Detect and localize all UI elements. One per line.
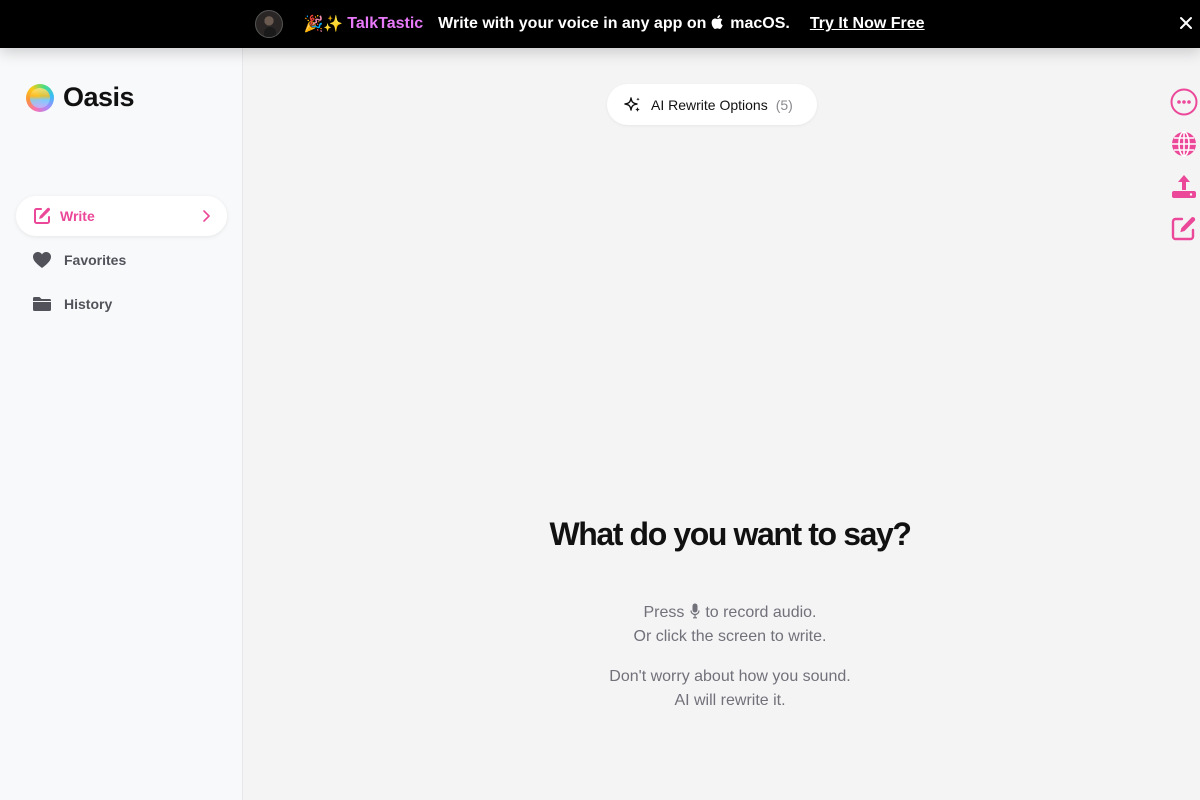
banner-os-name: macOS. (730, 15, 790, 32)
party-sparkle-emoji: 🎉✨ (303, 16, 344, 33)
ai-rewrite-count: (5) (775, 96, 793, 113)
hint-record: Press to record audio. (244, 601, 1200, 625)
sidebar-item-label: History (64, 296, 113, 312)
hint-record-text: to record audio. (705, 604, 817, 621)
promo-banner: 🎉✨ TalkTastic Write with your voice in a… (0, 0, 1200, 48)
heart-icon (33, 252, 51, 268)
apple-icon (711, 15, 723, 29)
promo-banner-content: 🎉✨ TalkTastic Write with your voice in a… (255, 10, 925, 38)
prompt-title: What do you want to say? (549, 516, 911, 552)
microphone-icon (690, 603, 700, 619)
sidebar-item-label: Favorites (64, 252, 127, 268)
editor-area[interactable]: AI Rewrite Options (5) What do you want … (244, 48, 1200, 800)
app-logo[interactable]: Oasis (26, 82, 135, 113)
sidebar-item-history[interactable]: History (16, 284, 227, 324)
close-icon[interactable] (1178, 14, 1194, 32)
hint-click: Or click the screen to write. (633, 628, 827, 645)
sidebar: Oasis Write Favorites History (0, 48, 243, 800)
banner-message: Write with your voice in any app on macO… (438, 15, 790, 33)
banner-brand: TalkTastic (347, 15, 424, 32)
hint-rewrite: AI will rewrite it. (674, 692, 786, 709)
banner-message-prefix: Write with your voice in any app on (438, 15, 707, 32)
oasis-logo-icon (26, 83, 54, 112)
avatar (255, 10, 284, 38)
toolbar-right (1170, 88, 1198, 242)
folder-icon (33, 297, 51, 311)
sidebar-item-write[interactable]: Write (16, 196, 227, 236)
edit-icon (34, 207, 50, 224)
sidebar-item-label: Write (60, 208, 95, 224)
more-icon[interactable] (1170, 88, 1198, 116)
chevron-right-icon (203, 210, 210, 222)
globe-icon[interactable] (1170, 130, 1198, 158)
logo-text: Oasis (63, 82, 135, 112)
try-now-link[interactable]: Try It Now Free (810, 15, 925, 33)
hint-press: Press (643, 604, 685, 621)
empty-state-prompt: What do you want to say? Press to record… (244, 516, 1200, 713)
sidebar-item-favorites[interactable]: Favorites (16, 240, 227, 280)
edit-icon[interactable] (1170, 214, 1198, 242)
hint-worry: Don't worry about how you sound. (609, 668, 851, 685)
sparkle-icon (624, 96, 640, 112)
sidebar-nav: Write Favorites History (16, 196, 227, 328)
upload-icon[interactable] (1170, 172, 1198, 200)
ai-rewrite-label: AI Rewrite Options (651, 96, 768, 113)
ai-rewrite-options-button[interactable]: AI Rewrite Options (5) (607, 84, 817, 125)
